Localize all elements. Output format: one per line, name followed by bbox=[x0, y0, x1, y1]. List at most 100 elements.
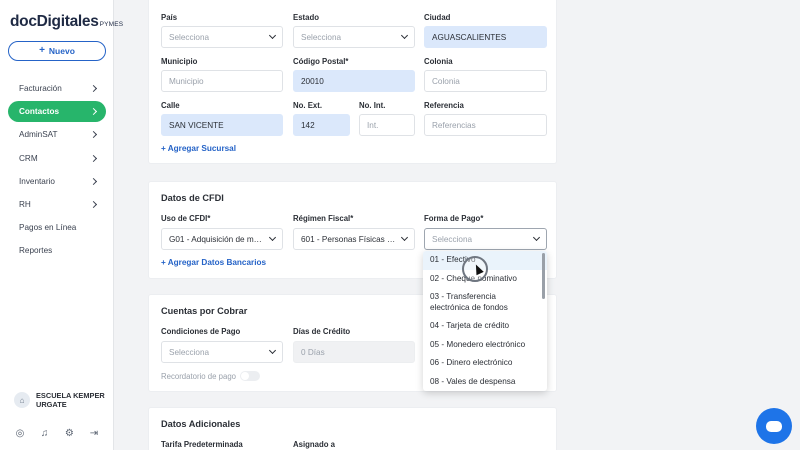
forma-pago-select[interactable]: Selecciona bbox=[424, 228, 547, 250]
help-icon[interactable]: ◎ bbox=[14, 428, 26, 439]
ciudad-field-value: AGUASCALIENTES bbox=[432, 32, 507, 42]
uso-cfdi-value: G01 - Adquisición de mercancías bbox=[169, 234, 264, 244]
no-int-field[interactable]: Int. bbox=[359, 114, 415, 136]
referencia-field[interactable]: Referencias bbox=[424, 114, 547, 136]
chevron-down-icon bbox=[400, 31, 409, 40]
recordatorio-toggle[interactable] bbox=[240, 371, 260, 381]
dropdown-option[interactable]: 08 - Vales de despensa bbox=[423, 373, 547, 392]
pais-select[interactable]: Selecciona bbox=[161, 26, 283, 48]
sidebar-item-label: Facturación bbox=[19, 84, 62, 93]
condiciones-pago-value: Selecciona bbox=[169, 347, 210, 357]
ciudad-field[interactable]: AGUASCALIENTES bbox=[424, 26, 547, 48]
chevron-right-icon bbox=[89, 154, 98, 162]
municipio-label: Municipio bbox=[161, 57, 198, 66]
sidebar-item-label: Pagos en Línea bbox=[19, 223, 77, 233]
logout-icon[interactable]: ⇥ bbox=[88, 428, 100, 439]
no-ext-value: 142 bbox=[301, 120, 315, 130]
sidebar-item-inventario[interactable]: Inventario bbox=[8, 171, 106, 192]
chevron-right-icon bbox=[89, 84, 98, 93]
sidebar-item-label: RH bbox=[19, 199, 31, 209]
chat-button[interactable] bbox=[756, 408, 792, 444]
referencia-placeholder: Referencias bbox=[432, 120, 476, 130]
new-button-label: Nuevo bbox=[48, 46, 75, 56]
add-datos-bancarios-link[interactable]: + Agregar Datos Bancarios bbox=[161, 258, 266, 267]
sidebar-item-rh[interactable]: RH bbox=[8, 194, 106, 215]
codigo-postal-value: 20010 bbox=[301, 76, 324, 86]
cobrar-title: Cuentas por Cobrar bbox=[161, 306, 248, 316]
sidebar-item-contactos[interactable]: Contactos bbox=[8, 101, 106, 123]
chevron-right-icon bbox=[89, 108, 98, 116]
colonia-label: Colonia bbox=[424, 57, 453, 66]
calle-field[interactable]: SAN VICENTE bbox=[161, 114, 283, 136]
no-int-label: No. Int. bbox=[359, 101, 386, 110]
chat-bubble-icon bbox=[766, 420, 782, 432]
sidebar-nav: Facturación Contactos AdminSAT CRM Inven… bbox=[8, 78, 106, 264]
colonia-field[interactable]: Colonia bbox=[424, 70, 547, 92]
estado-select[interactable]: Selecciona bbox=[293, 26, 415, 48]
sidebar-item-label: Inventario bbox=[19, 176, 55, 186]
sidebar-item-adminsat[interactable]: AdminSAT bbox=[8, 124, 106, 145]
logo-main-text: docDigitales bbox=[10, 13, 99, 30]
sidebar-item-label: Reportes bbox=[19, 246, 53, 256]
dropdown-option[interactable]: 06 - Dinero electrónico bbox=[423, 354, 547, 373]
codigo-postal-field[interactable]: 20010 bbox=[293, 70, 415, 92]
codigo-postal-label: Código Postal* bbox=[293, 57, 349, 66]
dropdown-option[interactable]: 04 - Tarjeta de crédito bbox=[423, 317, 547, 336]
asignado-label: Asignado a bbox=[293, 440, 336, 449]
dias-credito-value: 0 Días bbox=[301, 347, 325, 357]
chevron-down-icon bbox=[400, 233, 409, 242]
dropdown-scrollbar[interactable] bbox=[542, 253, 545, 299]
dias-credito-field: 0 Días bbox=[293, 341, 415, 363]
condiciones-pago-select[interactable]: Selecciona bbox=[161, 341, 283, 363]
dropdown-option[interactable]: 03 - Transferencia electrónica de fondos bbox=[423, 288, 547, 317]
uso-cfdi-label: Uso de CFDI* bbox=[161, 214, 211, 223]
account-switcher[interactable]: ⌂ ESCUELA KEMPER URGATE bbox=[14, 391, 110, 409]
sidebar: docDigitalesPYMES + Nuevo Facturación Co… bbox=[0, 0, 123, 450]
logo-sub-text: PYMES bbox=[99, 21, 124, 28]
datos-adicionales-card: Datos Adicionales Tarifa Predeterminada … bbox=[148, 407, 557, 450]
calle-label: Calle bbox=[161, 101, 180, 110]
company-avatar-icon: ⌂ bbox=[14, 392, 30, 408]
regimen-fiscal-select[interactable]: 601 - Personas Físicas con Actividad bbox=[293, 228, 415, 250]
sidebar-item-pagos-en-linea[interactable]: Pagos en Línea bbox=[8, 217, 106, 238]
regimen-fiscal-value: 601 - Personas Físicas con Actividad bbox=[301, 234, 396, 244]
gear-icon[interactable]: ⚙ bbox=[63, 428, 75, 439]
address-card: País Selecciona Estado Selecciona Ciudad… bbox=[148, 0, 557, 164]
chevron-right-icon bbox=[89, 131, 98, 139]
no-int-placeholder: Int. bbox=[367, 120, 379, 130]
sidebar-item-facturacion[interactable]: Facturación bbox=[8, 78, 106, 99]
new-button[interactable]: + Nuevo bbox=[8, 41, 106, 61]
sidebar-footer-icons: ◎ ♫ ⚙ ⇥ bbox=[14, 428, 100, 439]
forma-pago-label: Forma de Pago* bbox=[424, 214, 484, 223]
regimen-fiscal-label: Régimen Fiscal* bbox=[293, 214, 354, 223]
ciudad-label: Ciudad bbox=[424, 13, 451, 22]
plus-icon: + bbox=[39, 45, 45, 56]
colonia-placeholder: Colonia bbox=[432, 76, 460, 86]
account-name: ESCUELA KEMPER URGATE bbox=[36, 391, 105, 409]
sidebar-item-crm[interactable]: CRM bbox=[8, 148, 106, 169]
recordatorio-label: Recordatorio de pago bbox=[161, 372, 236, 381]
tarifa-label: Tarifa Predeterminada bbox=[161, 440, 243, 449]
sidebar-item-reportes[interactable]: Reportes bbox=[8, 240, 106, 261]
estado-label: Estado bbox=[293, 13, 319, 22]
estado-select-value: Selecciona bbox=[301, 32, 342, 42]
cfdi-title: Datos de CFDI bbox=[161, 193, 224, 203]
dias-credito-label: Días de Crédito bbox=[293, 327, 351, 336]
pais-label: País bbox=[161, 13, 178, 22]
forma-pago-placeholder: Selecciona bbox=[432, 234, 473, 244]
chevron-down-icon bbox=[532, 233, 541, 242]
uso-cfdi-select[interactable]: G01 - Adquisición de mercancías bbox=[161, 228, 283, 250]
pais-select-value: Selecciona bbox=[169, 32, 210, 42]
bell-icon[interactable]: ♫ bbox=[39, 428, 51, 439]
app-logo[interactable]: docDigitalesPYMES bbox=[10, 13, 123, 31]
no-ext-field[interactable]: 142 bbox=[293, 114, 350, 136]
sidebar-item-label: AdminSAT bbox=[19, 130, 58, 140]
dropdown-option[interactable]: 05 - Monedero electrónico bbox=[423, 336, 547, 355]
sidebar-item-label: Contactos bbox=[19, 107, 60, 117]
sidebar-item-label: CRM bbox=[19, 153, 38, 163]
no-ext-label: No. Ext. bbox=[293, 101, 323, 110]
condiciones-pago-label: Condiciones de Pago bbox=[161, 327, 241, 336]
add-sucursal-link[interactable]: + Agregar Sucursal bbox=[161, 144, 236, 153]
municipio-field[interactable]: Municipio bbox=[161, 70, 283, 92]
chevron-down-icon bbox=[268, 233, 277, 242]
